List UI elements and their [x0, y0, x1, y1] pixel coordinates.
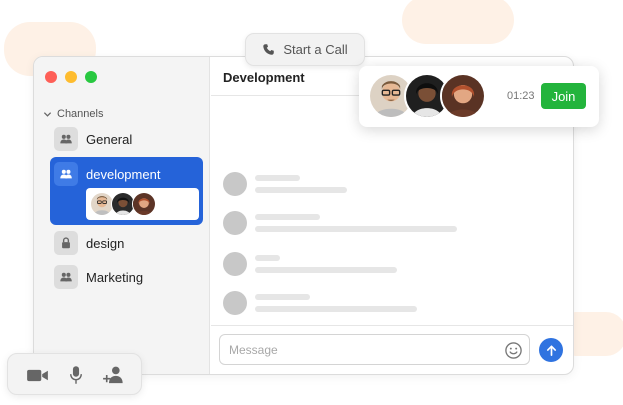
- people-icon: [54, 127, 78, 151]
- text-skeleton: [255, 255, 280, 261]
- sidebar-item-label: development: [86, 166, 161, 182]
- sidebar-item-marketing[interactable]: Marketing: [50, 262, 202, 292]
- avatar: [132, 192, 156, 216]
- camera-icon[interactable]: [25, 364, 49, 386]
- text-skeleton: [255, 267, 397, 273]
- call-participants: [368, 73, 486, 119]
- avatar: [440, 73, 486, 119]
- sidebar-item-general[interactable]: General: [50, 124, 202, 154]
- message-placeholder: [223, 211, 523, 237]
- people-icon: [54, 162, 78, 186]
- send-button[interactable]: [539, 338, 563, 362]
- avatar: [223, 291, 247, 315]
- message-input[interactable]: [219, 334, 530, 365]
- start-call-label: Start a Call: [283, 42, 348, 57]
- active-call-card: 01:23 Join: [359, 66, 599, 127]
- channels-section-label: Channels: [57, 108, 104, 120]
- media-controls: [7, 353, 142, 395]
- sidebar: Channels General development design Mark…: [34, 57, 210, 374]
- avatar: [223, 172, 247, 196]
- call-timer: 01:23: [507, 90, 535, 102]
- avatar: [223, 252, 247, 276]
- message-placeholder: [223, 252, 523, 278]
- page-title: Development: [223, 70, 305, 85]
- smiley-icon[interactable]: [503, 340, 523, 360]
- phone-icon: [263, 44, 275, 55]
- channels-section-toggle[interactable]: Channels: [43, 108, 103, 120]
- message-placeholder: [223, 291, 523, 317]
- people-icon: [54, 265, 78, 289]
- lock-icon: [54, 231, 78, 255]
- text-skeleton: [255, 175, 300, 181]
- composer: [211, 325, 573, 374]
- app-stage: Channels General development design Mark…: [0, 0, 623, 405]
- sidebar-item-development[interactable]: development: [50, 157, 203, 225]
- join-call-button[interactable]: Join: [541, 83, 586, 109]
- avatar: [223, 211, 247, 235]
- decor-blob: [402, 0, 514, 44]
- text-skeleton: [255, 214, 320, 220]
- sidebar-item-design[interactable]: design: [50, 228, 202, 258]
- chevron-down-icon: [43, 111, 52, 117]
- text-skeleton: [255, 187, 347, 193]
- close-window-button[interactable]: [45, 71, 57, 83]
- message-placeholder: [223, 172, 523, 198]
- sidebar-item-label: Marketing: [86, 269, 144, 285]
- start-call-button[interactable]: Start a Call: [245, 33, 365, 66]
- window-controls: [45, 71, 97, 83]
- sidebar-item-label: General: [86, 131, 133, 147]
- maximize-window-button[interactable]: [85, 71, 97, 83]
- text-skeleton: [255, 226, 457, 232]
- sidebar-item-label: design: [86, 235, 125, 251]
- text-skeleton: [255, 306, 417, 312]
- add-user-icon[interactable]: [102, 364, 126, 386]
- text-skeleton: [255, 294, 310, 300]
- arrow-up-icon: [546, 344, 556, 356]
- microphone-icon[interactable]: [64, 364, 88, 386]
- minimize-window-button[interactable]: [65, 71, 77, 83]
- active-call-members[interactable]: [86, 188, 199, 220]
